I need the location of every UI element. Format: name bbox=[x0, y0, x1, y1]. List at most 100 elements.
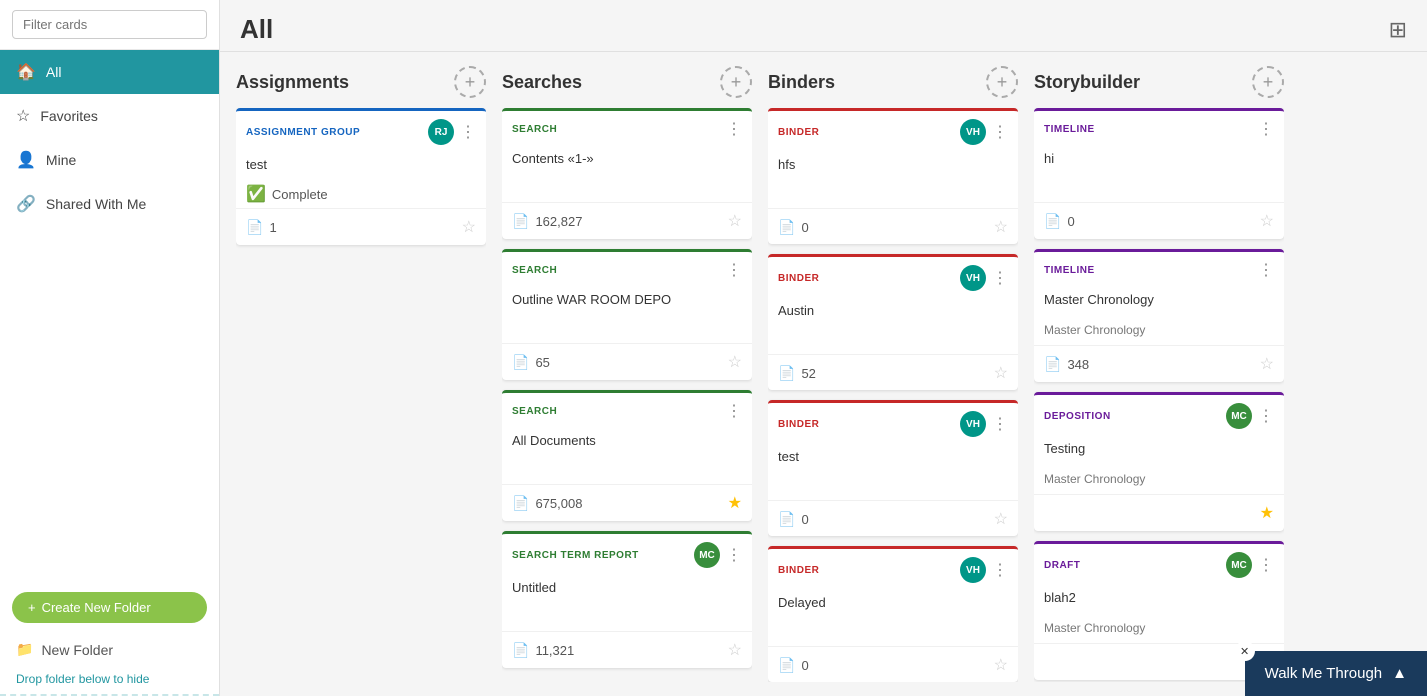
card-type-label: SEARCH TERM REPORT bbox=[512, 550, 639, 561]
card-menu-button[interactable]: ⋮ bbox=[1258, 555, 1274, 575]
doc-icon: 📄 bbox=[246, 219, 263, 236]
walk-me-through-close[interactable]: ✕ bbox=[1235, 641, 1255, 661]
card[interactable]: SEARCH ⋮ Contents «1-» 📄 162,827 ☆ bbox=[502, 108, 752, 239]
count-value: 348 bbox=[1067, 357, 1089, 372]
count-value: 52 bbox=[801, 366, 815, 381]
card[interactable]: SEARCH TERM REPORT MC ⋮ Untitled 📄 11,32… bbox=[502, 531, 752, 668]
star-toggle[interactable]: ★ bbox=[728, 493, 742, 513]
avatar: VH bbox=[960, 557, 986, 583]
card-menu-button[interactable]: ⋮ bbox=[726, 119, 742, 139]
star-toggle[interactable]: ☆ bbox=[1260, 354, 1274, 374]
person-icon: 👤 bbox=[16, 150, 36, 170]
sidebar-item-favorites[interactable]: ☆ Favorites bbox=[0, 94, 219, 138]
card[interactable]: TIMELINE ⋮ hi 📄 0 ☆ bbox=[1034, 108, 1284, 239]
sidebar-item-shared[interactable]: 🔗 Shared With Me bbox=[0, 182, 219, 226]
card[interactable]: SEARCH ⋮ Outline WAR ROOM DEPO 📄 65 ☆ bbox=[502, 249, 752, 380]
card-middle bbox=[502, 601, 752, 631]
card[interactable]: BINDER VH ⋮ Delayed 📄 0 ☆ bbox=[768, 546, 1018, 682]
card-footer: 📄 675,008 ★ bbox=[502, 484, 752, 521]
card-header-right: ⋮ bbox=[1258, 260, 1274, 280]
card-header: BINDER VH ⋮ bbox=[768, 549, 1018, 591]
card-count: 📄 11,321 bbox=[512, 642, 574, 659]
card-menu-button[interactable]: ⋮ bbox=[1258, 260, 1274, 280]
add-card-button-assignments[interactable]: + bbox=[454, 66, 486, 98]
doc-icon: 📄 bbox=[778, 365, 795, 382]
grid-view-icon[interactable]: ⊞ bbox=[1389, 17, 1407, 43]
check-icon: ✅ bbox=[246, 184, 266, 204]
count-value: 675,008 bbox=[535, 496, 582, 511]
card-count: 📄 52 bbox=[778, 365, 816, 382]
star-toggle[interactable]: ☆ bbox=[728, 640, 742, 660]
count-value: 0 bbox=[801, 512, 808, 527]
card-middle: Master Chronology bbox=[1034, 611, 1284, 643]
count-value: 1 bbox=[269, 220, 276, 235]
doc-icon: 📄 bbox=[778, 511, 795, 528]
card-menu-button[interactable]: ⋮ bbox=[992, 560, 1008, 580]
card[interactable]: ASSIGNMENT GROUP RJ ⋮ test ✅Complete 📄 1… bbox=[236, 108, 486, 245]
star-toggle[interactable]: ☆ bbox=[728, 352, 742, 372]
card-title: hi bbox=[1034, 147, 1284, 172]
card-menu-button[interactable]: ⋮ bbox=[992, 268, 1008, 288]
add-card-button-storybuilder[interactable]: + bbox=[1252, 66, 1284, 98]
new-folder-label: New Folder bbox=[41, 642, 113, 658]
column-storybuilder: Storybuilder + TIMELINE ⋮ hi 📄 0 ☆ bbox=[1034, 66, 1284, 682]
card-footer: 📄 0 ☆ bbox=[1034, 202, 1284, 239]
card[interactable]: BINDER VH ⋮ Austin 📄 52 ☆ bbox=[768, 254, 1018, 390]
star-toggle[interactable]: ☆ bbox=[994, 655, 1008, 675]
card-middle bbox=[1034, 172, 1284, 202]
card-count: 📄 162,827 bbox=[512, 213, 582, 230]
card-title: Austin bbox=[768, 299, 1018, 324]
sidebar-nav: 🏠 All ☆ Favorites 👤 Mine 🔗 Shared With M… bbox=[0, 50, 219, 584]
column-header-assignments: Assignments + bbox=[236, 66, 486, 98]
star-toggle[interactable]: ☆ bbox=[994, 509, 1008, 529]
card-header: DEPOSITION MC ⋮ bbox=[1034, 395, 1284, 437]
column-header-searches: Searches + bbox=[502, 66, 752, 98]
card-menu-button[interactable]: ⋮ bbox=[992, 414, 1008, 434]
star-toggle[interactable]: ★ bbox=[1260, 503, 1274, 523]
count-value: 0 bbox=[801, 220, 808, 235]
card-menu-button[interactable]: ⋮ bbox=[1258, 119, 1274, 139]
sidebar-item-all[interactable]: 🏠 All bbox=[0, 50, 219, 94]
doc-icon: 📄 bbox=[512, 642, 529, 659]
card-footer: ★ bbox=[1034, 494, 1284, 531]
card-menu-button[interactable]: ⋮ bbox=[726, 545, 742, 565]
card-menu-button[interactable]: ⋮ bbox=[992, 122, 1008, 142]
main-content: All ⊞ Assignments + ASSIGNMENT GROUP RJ … bbox=[220, 0, 1427, 696]
star-toggle[interactable]: ☆ bbox=[994, 363, 1008, 383]
count-value: 65 bbox=[535, 355, 549, 370]
sidebar-item-mine[interactable]: 👤 Mine bbox=[0, 138, 219, 182]
card-header: BINDER VH ⋮ bbox=[768, 403, 1018, 445]
star-toggle[interactable]: ☆ bbox=[462, 217, 476, 237]
card-header-right: ⋮ bbox=[726, 119, 742, 139]
sidebar-filter-area bbox=[0, 0, 219, 50]
add-card-button-binders[interactable]: + bbox=[986, 66, 1018, 98]
card[interactable]: BINDER VH ⋮ hfs 📄 0 ☆ bbox=[768, 108, 1018, 244]
card-header: BINDER VH ⋮ bbox=[768, 111, 1018, 153]
column-title-searches: Searches bbox=[502, 72, 582, 93]
card-status: ✅Complete bbox=[246, 184, 476, 204]
card[interactable]: BINDER VH ⋮ test 📄 0 ☆ bbox=[768, 400, 1018, 536]
card-title: Testing bbox=[1034, 437, 1284, 462]
star-toggle[interactable]: ☆ bbox=[1260, 211, 1274, 231]
doc-icon: 📄 bbox=[512, 213, 529, 230]
avatar: MC bbox=[694, 542, 720, 568]
star-toggle[interactable]: ☆ bbox=[728, 211, 742, 231]
card[interactable]: SEARCH ⋮ All Documents 📄 675,008 ★ bbox=[502, 390, 752, 521]
card-title: Untitled bbox=[502, 576, 752, 601]
avatar: MC bbox=[1226, 552, 1252, 578]
filter-cards-input[interactable] bbox=[12, 10, 207, 39]
card[interactable]: TIMELINE ⋮ Master Chronology Master Chro… bbox=[1034, 249, 1284, 382]
card-menu-button[interactable]: ⋮ bbox=[460, 122, 476, 142]
cards-list-searches: SEARCH ⋮ Contents «1-» 📄 162,827 ☆ bbox=[502, 108, 752, 682]
new-folder-item[interactable]: 📁 New Folder bbox=[0, 631, 219, 668]
walk-me-through-label: Walk Me Through bbox=[1265, 665, 1383, 682]
card[interactable]: DEPOSITION MC ⋮ Testing Master Chronolog… bbox=[1034, 392, 1284, 531]
card-count: 📄 0 bbox=[1044, 213, 1075, 230]
card-menu-button[interactable]: ⋮ bbox=[1258, 406, 1274, 426]
add-card-button-searches[interactable]: + bbox=[720, 66, 752, 98]
star-toggle[interactable]: ☆ bbox=[994, 217, 1008, 237]
create-new-folder-button[interactable]: + Create New Folder bbox=[12, 592, 207, 623]
card-menu-button[interactable]: ⋮ bbox=[726, 401, 742, 421]
card-menu-button[interactable]: ⋮ bbox=[726, 260, 742, 280]
walk-me-through-bar[interactable]: ✕ Walk Me Through ▲ bbox=[1245, 651, 1427, 696]
